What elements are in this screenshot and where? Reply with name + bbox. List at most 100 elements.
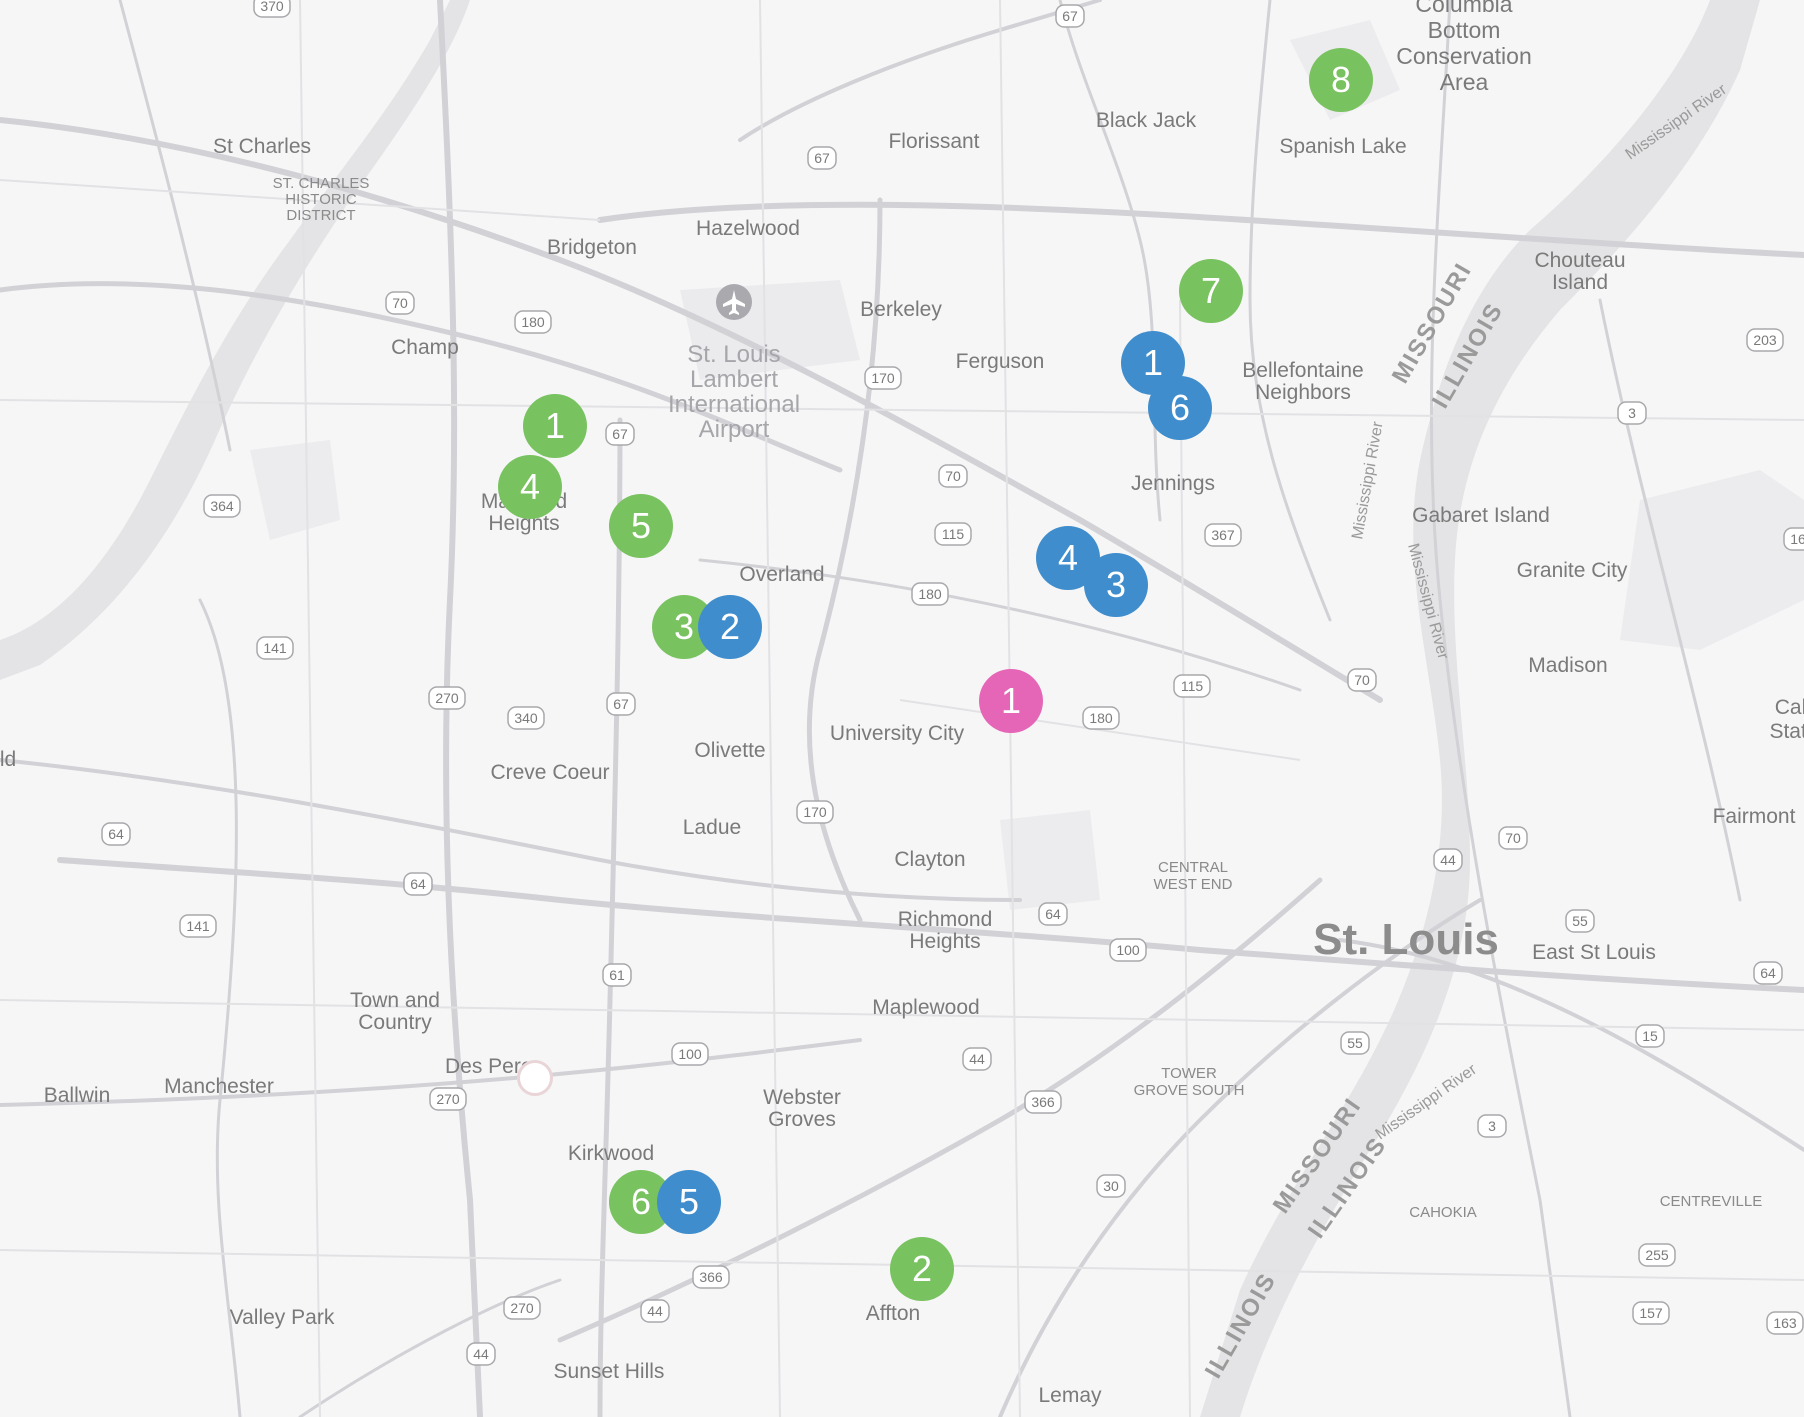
route-shield: 366 bbox=[1024, 1090, 1062, 1114]
svg-text:180: 180 bbox=[918, 586, 942, 602]
svg-text:180: 180 bbox=[521, 314, 545, 330]
svg-text:203: 203 bbox=[1753, 332, 1777, 348]
heart-icon[interactable] bbox=[517, 1060, 553, 1096]
map-marker-green-4[interactable]: 4 bbox=[498, 455, 562, 519]
route-shield: 170 bbox=[864, 366, 902, 390]
svg-text:44: 44 bbox=[1440, 852, 1456, 868]
svg-text:TOWERGROVE SOUTH: TOWER GROVE SOUTH bbox=[1134, 1065, 1245, 1099]
svg-text:163: 163 bbox=[1773, 1315, 1797, 1331]
route-shield: 180 bbox=[514, 310, 552, 334]
svg-text:67: 67 bbox=[1062, 8, 1078, 24]
route-shield: 100 bbox=[1109, 938, 1147, 962]
place-label: Olivette bbox=[694, 739, 765, 762]
svg-text:70: 70 bbox=[945, 468, 961, 484]
svg-text:100: 100 bbox=[678, 1046, 702, 1062]
svg-text:ST. CHARLESHISTORICDISTRICT: ST. CHARLES HISTORIC DISTRICT bbox=[273, 175, 370, 224]
svg-text:255: 255 bbox=[1645, 1247, 1669, 1263]
route-shield: 370 bbox=[253, 0, 291, 18]
route-shield: 64 bbox=[101, 822, 131, 846]
route-shield: 3 bbox=[1617, 401, 1647, 425]
place-label: Valley Park bbox=[230, 1306, 335, 1329]
map-marker-blue-3[interactable]: 3 bbox=[1084, 553, 1148, 617]
place-label: Maplewood bbox=[872, 996, 979, 1019]
route-shield: 44 bbox=[466, 1342, 496, 1366]
svg-text:367: 367 bbox=[1211, 527, 1235, 543]
place-label: Creve Coeur bbox=[490, 761, 609, 784]
route-shield: 180 bbox=[911, 582, 949, 606]
map-canvas[interactable]: Mississippi River Mississippi River Miss… bbox=[0, 0, 1804, 1417]
svg-text:70: 70 bbox=[392, 295, 408, 311]
place-label: Town and Country bbox=[350, 989, 440, 1034]
svg-text:44: 44 bbox=[473, 1346, 489, 1362]
svg-text:170: 170 bbox=[803, 804, 827, 820]
map-marker-blue-5[interactable]: 5 bbox=[657, 1170, 721, 1234]
map-marker-green-8[interactable]: 8 bbox=[1309, 48, 1373, 112]
map-marker-green-1[interactable]: 1 bbox=[523, 394, 587, 458]
route-shield: 100 bbox=[671, 1042, 709, 1066]
city-label-st-louis: St. Louis bbox=[1313, 915, 1499, 964]
svg-text:64: 64 bbox=[410, 876, 426, 892]
route-shield: 64 bbox=[1038, 902, 1068, 926]
map-marker-green-5[interactable]: 5 bbox=[609, 494, 673, 558]
route-shield: 115 bbox=[1173, 674, 1211, 698]
route-shield: 61 bbox=[602, 963, 632, 987]
map-marker-green-7[interactable]: 7 bbox=[1179, 259, 1243, 323]
svg-text:180: 180 bbox=[1089, 710, 1113, 726]
map-marker-pink-1[interactable]: 1 bbox=[979, 669, 1043, 733]
place-label: Ballwin bbox=[44, 1084, 111, 1107]
route-shield: 255 bbox=[1638, 1243, 1676, 1267]
svg-text:64: 64 bbox=[1760, 965, 1776, 981]
route-shield: 67 bbox=[605, 422, 635, 446]
place-label: East St Louis bbox=[1532, 941, 1656, 964]
route-shield: 67 bbox=[606, 692, 636, 716]
map-marker-green-2[interactable]: 2 bbox=[890, 1237, 954, 1301]
river-label: Mississippi River bbox=[1349, 420, 1387, 541]
minor-streets bbox=[0, 0, 1804, 1417]
route-shield: 67 bbox=[807, 146, 837, 170]
water-features bbox=[0, 0, 1804, 1417]
svg-text:44: 44 bbox=[647, 1303, 663, 1319]
svg-text:67: 67 bbox=[613, 696, 629, 712]
route-shield: 170 bbox=[796, 800, 834, 824]
route-shield: 64 bbox=[403, 872, 433, 896]
svg-text:55: 55 bbox=[1572, 913, 1588, 929]
svg-text:16: 16 bbox=[1790, 531, 1804, 547]
svg-text:15: 15 bbox=[1642, 1028, 1658, 1044]
place-label: Kirkwood bbox=[568, 1142, 654, 1165]
svg-text:CENTRALWEST END: CENTRAL WEST END bbox=[1154, 859, 1233, 893]
place-label: Black Jack bbox=[1096, 109, 1197, 132]
svg-text:61: 61 bbox=[609, 967, 625, 983]
place-label: Granite City bbox=[1517, 559, 1628, 582]
place-label: Florissant bbox=[888, 130, 979, 153]
place-label: Affton bbox=[866, 1302, 921, 1325]
place-label: Hazelwood bbox=[696, 217, 800, 240]
route-shield: 141 bbox=[179, 914, 217, 938]
route-shield: 70 bbox=[1498, 826, 1528, 850]
place-label: Gabaret Island bbox=[1412, 504, 1550, 527]
place-label: Lemay bbox=[1038, 1384, 1102, 1407]
place-label: Fairmont bbox=[1713, 805, 1796, 828]
route-shield: 270 bbox=[429, 1087, 467, 1111]
basemap: Mississippi River Mississippi River Miss… bbox=[0, 0, 1804, 1417]
place-label: Madison bbox=[1528, 654, 1607, 677]
svg-text:70: 70 bbox=[1505, 830, 1521, 846]
svg-text:115: 115 bbox=[942, 526, 965, 542]
svg-text:100: 100 bbox=[1116, 942, 1140, 958]
route-shield: 16 bbox=[1783, 527, 1804, 551]
map-marker-blue-2[interactable]: 2 bbox=[698, 595, 762, 659]
map-marker-blue-6[interactable]: 6 bbox=[1148, 376, 1212, 440]
svg-text:270: 270 bbox=[435, 690, 459, 706]
svg-text:370: 370 bbox=[260, 0, 284, 14]
place-label: Columbia Bottom Conservation Area bbox=[1396, 0, 1532, 95]
svg-text:141: 141 bbox=[263, 640, 287, 656]
place-label: Manchester bbox=[164, 1075, 274, 1098]
route-shield: 270 bbox=[503, 1296, 541, 1320]
place-label: Jennings bbox=[1131, 472, 1215, 495]
route-shield: 364 bbox=[203, 494, 241, 518]
route-shield: 70 bbox=[385, 291, 415, 315]
place-label: Overland bbox=[739, 563, 824, 586]
place-label: ld bbox=[0, 748, 16, 771]
place-label: Richmond Heights bbox=[898, 908, 993, 953]
route-shield: 141 bbox=[256, 636, 294, 660]
route-shield: 270 bbox=[428, 686, 466, 710]
